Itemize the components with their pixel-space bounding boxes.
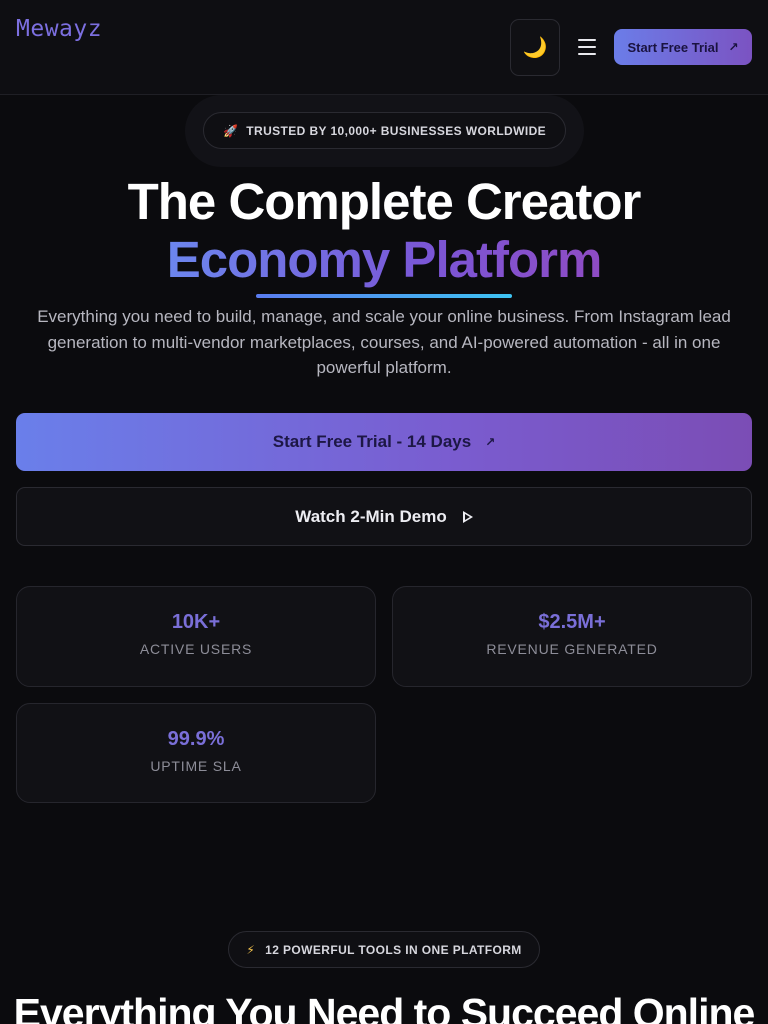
moon-icon: 🌙 — [522, 37, 548, 59]
features-section-title: Everything You Need to Succeed Online — [13, 990, 756, 1024]
arrow-up-right-icon: ↗ — [728, 40, 739, 54]
logo[interactable]: Mewayz — [16, 16, 102, 42]
stat-value: 10K+ — [171, 611, 221, 633]
hero-title-line-1: The Complete Creator — [127, 173, 642, 230]
landing-page: Mewayz 🌙 Start Free Trial ↗ 🚀 TRUSTED BY… — [0, 0, 768, 1024]
hero-title-line-2: Economy Platform — [0, 230, 768, 289]
stat-card-uptime: 99.9% UPTIME SLA — [16, 703, 376, 803]
tools-badge-text: 12 POWERFUL TOOLS IN ONE PLATFORM — [265, 942, 522, 957]
watch-demo-label: Watch 2-Min Demo — [295, 506, 447, 526]
hamburger-menu-icon — [578, 39, 596, 55]
tools-badge: ⚡ 12 POWERFUL TOOLS IN ONE PLATFORM — [228, 931, 540, 968]
hero-title-highlight: Economy Platform — [166, 231, 603, 288]
stat-card-revenue: $2.5M+ REVENUE GENERATED — [392, 586, 752, 687]
play-icon — [462, 510, 473, 523]
stat-card-active-users: 10K+ ACTIVE USERS — [16, 586, 376, 687]
menu-button[interactable] — [574, 30, 600, 64]
theme-toggle-button[interactable]: 🌙 — [510, 19, 560, 76]
rocket-icon: 🚀 — [222, 123, 239, 138]
title-underline — [256, 294, 512, 298]
hero-subtitle: Everything you need to build, manage, an… — [37, 307, 731, 377]
stat-value: $2.5M+ — [538, 611, 606, 633]
stat-label: UPTIME SLA — [150, 758, 242, 774]
stat-label: REVENUE GENERATED — [486, 641, 658, 657]
stat-label: ACTIVE USERS — [139, 641, 253, 657]
site-header: Mewayz 🌙 Start Free Trial ↗ — [0, 0, 768, 95]
start-free-trial-button[interactable]: Start Free Trial ↗ — [614, 29, 752, 65]
start-free-trial-label: Start Free Trial — [627, 39, 719, 55]
start-trial-14-days-button[interactable]: Start Free Trial - 14 Days ↗ — [16, 413, 752, 471]
start-trial-label: Start Free Trial - 14 Days — [272, 432, 472, 451]
trust-badge-text: TRUSTED BY 10,000+ BUSINESSES WORLDWIDE — [246, 123, 547, 138]
lightning-icon: ⚡ — [246, 942, 256, 957]
stat-value: 99.9% — [167, 728, 225, 750]
trust-badge: 🚀 TRUSTED BY 10,000+ BUSINESSES WORLDWID… — [203, 112, 566, 149]
watch-demo-button[interactable]: Watch 2-Min Demo — [16, 487, 752, 546]
arrow-up-right-icon: ↗ — [485, 435, 496, 449]
